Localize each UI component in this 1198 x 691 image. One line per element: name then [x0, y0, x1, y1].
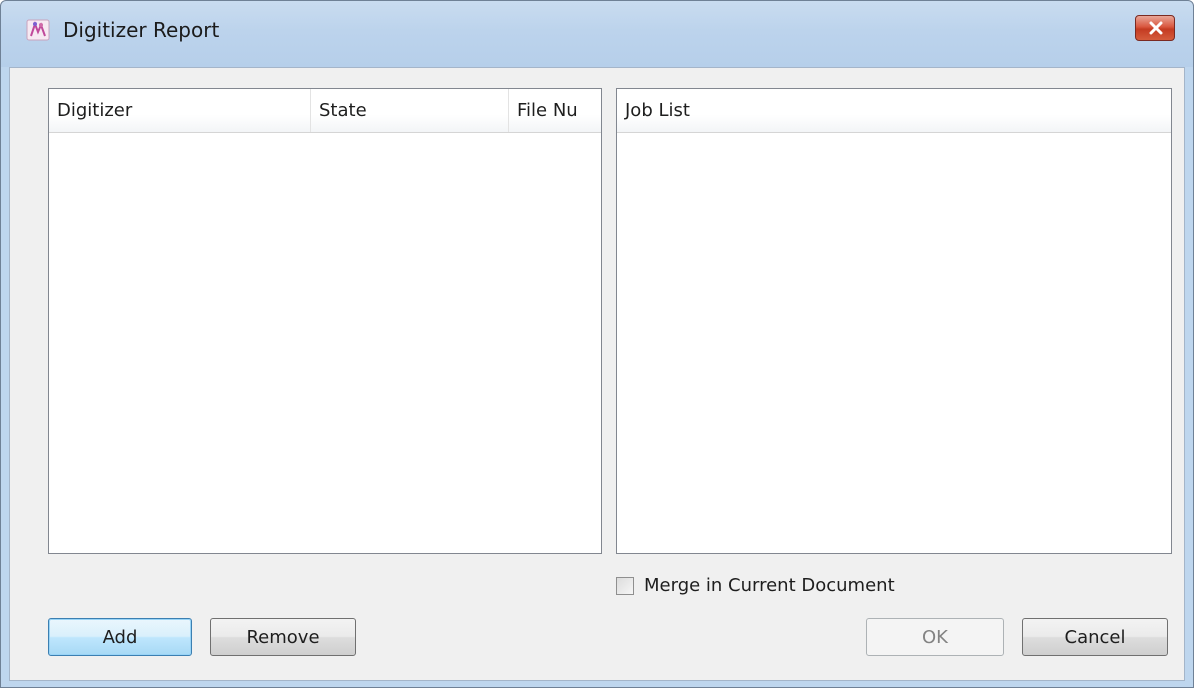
- column-header-job-list[interactable]: Job List: [617, 89, 1171, 132]
- digitizer-list-header: Digitizer State File Nu: [49, 89, 601, 133]
- title-bar[interactable]: Digitizer Report: [1, 1, 1193, 67]
- column-header-digitizer[interactable]: Digitizer: [49, 89, 311, 132]
- close-icon: [1149, 21, 1163, 35]
- dialog-client-area: Digitizer State File Nu Job List Merge i…: [9, 67, 1185, 681]
- cancel-button[interactable]: Cancel: [1022, 618, 1168, 656]
- remove-button[interactable]: Remove: [210, 618, 356, 656]
- column-header-file-number[interactable]: File Nu: [509, 89, 601, 132]
- digitizer-report-window: Digitizer Report Digitizer State File Nu…: [0, 0, 1194, 688]
- close-button[interactable]: [1135, 15, 1175, 41]
- add-button[interactable]: Add: [48, 618, 192, 656]
- merge-checkbox-label[interactable]: Merge in Current Document: [644, 574, 895, 598]
- merge-checkbox[interactable]: [616, 577, 634, 595]
- job-list-header: Job List: [617, 89, 1171, 133]
- job-list[interactable]: Job List: [616, 88, 1172, 554]
- digitizer-list[interactable]: Digitizer State File Nu: [48, 88, 602, 554]
- app-icon: [25, 17, 51, 43]
- column-header-state[interactable]: State: [311, 89, 509, 132]
- window-title: Digitizer Report: [63, 18, 220, 42]
- ok-button[interactable]: OK: [866, 618, 1004, 656]
